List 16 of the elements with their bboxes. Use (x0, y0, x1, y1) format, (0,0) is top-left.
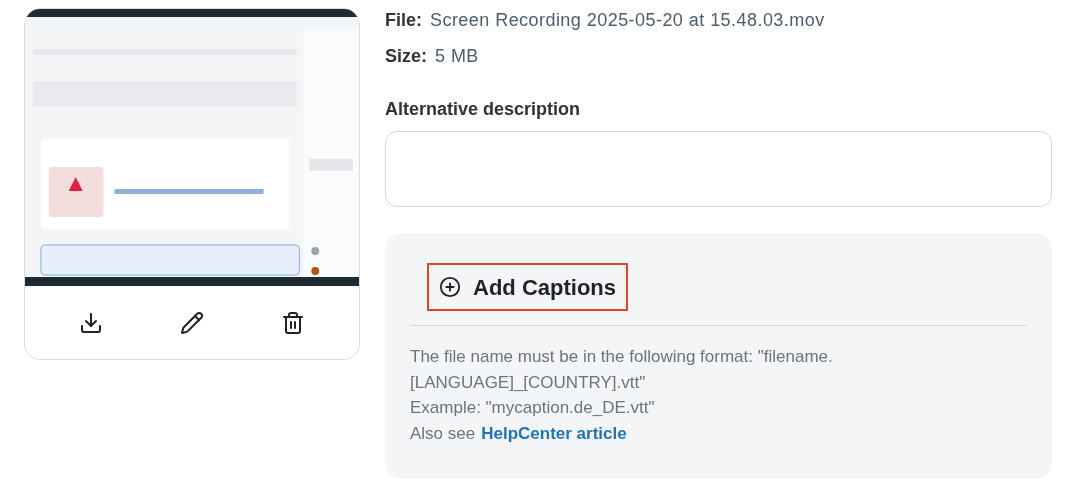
help-text: [LANGUAGE]_[COUNTRY].vtt" (410, 371, 646, 394)
pencil-icon[interactable] (180, 310, 204, 335)
help-text: Also see (410, 422, 476, 445)
trash-icon[interactable] (280, 310, 305, 335)
file-label: File: (385, 8, 422, 32)
field-label: Alternative description (385, 98, 581, 121)
description-field[interactable] (385, 131, 1052, 207)
file-name: Screen Recording 2025-05-20 at 15.48.03.mov (430, 8, 825, 32)
help-text: Example: "mycaption.de_DE.vtt" (410, 397, 655, 419)
download-icon[interactable] (79, 310, 104, 335)
help-text: The file name must be in the following format: "filename. (410, 346, 833, 368)
add-captions-button[interactable]: Add Captions (427, 263, 628, 311)
file-size: 5 MB (435, 44, 479, 68)
plus-circle-icon (439, 276, 461, 298)
helpcenter-link[interactable]: HelpCenter article (481, 420, 627, 446)
size-label: Size: (385, 44, 427, 68)
